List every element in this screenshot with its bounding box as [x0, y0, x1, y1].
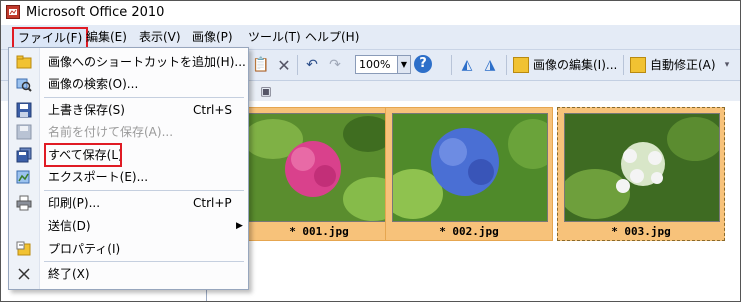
thumbnail-item-selected[interactable]: * 003.jpg: [557, 107, 725, 241]
picture-view-icon[interactable]: ▣: [257, 82, 275, 100]
menu-view[interactable]: 表示(V): [135, 28, 185, 46]
thumbnail-item[interactable]: * 001.jpg: [235, 107, 403, 241]
close-icon: [16, 266, 32, 282]
menu-item-exit[interactable]: 終了(X): [9, 263, 248, 285]
menu-item-label: 画像へのショートカットを追加(H)...: [48, 55, 246, 69]
save-all-icon: [16, 147, 32, 163]
export-icon: [16, 169, 32, 185]
toolbar-separator: [297, 55, 298, 75]
menu-item-add-shortcut[interactable]: 画像へのショートカットを追加(H)...: [9, 51, 248, 73]
menu-file[interactable]: ファイル(F): [12, 27, 89, 49]
search-pictures-icon: [16, 76, 32, 92]
zoom-value: 100%: [359, 58, 391, 71]
zoom-select[interactable]: 100% ▼: [355, 55, 411, 74]
toolbar-separator: [506, 55, 507, 75]
thumbnail-filename: * 003.jpg: [611, 225, 671, 238]
menu-item-label: 終了(X): [48, 267, 90, 281]
redo-icon[interactable]: ↷: [326, 56, 344, 74]
save-icon: [16, 102, 32, 118]
title-bar: Microsoft Office 2010: [1, 1, 740, 25]
edit-picture-label: 画像の編集(I)...: [533, 58, 618, 72]
menu-item-label: プロパティ(I): [48, 242, 121, 256]
rotate-left-icon[interactable]: ◭: [458, 56, 476, 74]
menu-item-label: 画像の検索(O)...: [48, 77, 139, 91]
menu-item-label: 送信(D): [48, 219, 91, 233]
submenu-arrow-icon: ▶: [236, 221, 243, 231]
menu-picture[interactable]: 画像(P): [188, 28, 237, 46]
menu-item-label: 印刷(P)...: [48, 196, 101, 210]
menu-tools[interactable]: ツール(T): [244, 28, 305, 46]
menu-item-save[interactable]: 上書き保存(S) Ctrl+S: [9, 99, 248, 121]
toolbar-options-icon[interactable]: ▾: [718, 56, 736, 74]
auto-correct-icon: [630, 57, 646, 73]
menu-item-locate-pictures[interactable]: 画像の検索(O)...: [9, 73, 248, 95]
thumbnail-image: [392, 113, 548, 222]
thumbnail-image: [564, 113, 720, 222]
thumbnail-filename: * 002.jpg: [439, 225, 499, 238]
menu-item-shortcut: Ctrl+P: [193, 196, 232, 210]
menu-edit[interactable]: 編集(E): [82, 28, 131, 46]
window-title: Microsoft Office 2010: [26, 5, 165, 20]
toolbar-separator: [451, 55, 452, 75]
menu-item-properties[interactable]: プロパティ(I): [9, 238, 248, 260]
menu-item-export[interactable]: エクスポート(E)...: [9, 166, 248, 188]
menu-item-save-as[interactable]: 名前を付けて保存(A)...: [9, 121, 248, 143]
menu-separator: [44, 261, 244, 262]
menu-item-label: 上書き保存(S): [48, 103, 125, 117]
chevron-down-icon[interactable]: ▼: [397, 56, 410, 73]
thumbnail-image: [242, 113, 398, 222]
menu-item-shortcut: Ctrl+S: [193, 103, 233, 117]
print-icon: [16, 195, 32, 211]
rotate-right-icon[interactable]: ◮: [481, 56, 499, 74]
toolbar-separator: [623, 55, 624, 75]
auto-correct-button[interactable]: 自動修正(A): [630, 55, 716, 75]
save-as-icon: [16, 124, 32, 140]
thumbnail-filename: * 001.jpg: [289, 225, 349, 238]
add-shortcut-icon: [16, 54, 32, 70]
menu-item-label: エクスポート(E)...: [48, 170, 149, 184]
menu-item-print[interactable]: 印刷(P)... Ctrl+P: [9, 192, 248, 214]
app-window: Microsoft Office 2010 ファイル(F) 編集(E) 表示(V…: [0, 0, 741, 302]
menu-item-send-to[interactable]: 送信(D) ▶: [9, 215, 248, 237]
edit-picture-button[interactable]: 画像の編集(I)...: [513, 55, 617, 75]
menu-separator: [44, 190, 244, 191]
file-menu-dropdown: 画像へのショートカットを追加(H)... 画像の検索(O)... 上書き保存(S…: [8, 47, 249, 290]
auto-correct-label: 自動修正(A): [650, 58, 716, 72]
delete-icon[interactable]: ✕: [275, 56, 293, 75]
thumbnail-item[interactable]: * 002.jpg: [385, 107, 553, 241]
save-all-highlight: [44, 143, 122, 167]
properties-icon: [16, 241, 32, 257]
undo-icon[interactable]: ↶: [303, 56, 321, 74]
paste-icon[interactable]: 📋: [252, 56, 270, 74]
menu-separator: [44, 97, 244, 98]
menu-help[interactable]: ヘルプ(H): [301, 28, 363, 46]
menu-item-label: 名前を付けて保存(A)...: [48, 125, 174, 139]
help-icon[interactable]: ?: [414, 55, 432, 73]
edit-picture-icon: [513, 57, 529, 73]
app-logo-icon: [6, 5, 20, 19]
thumbnail-pane: * 001.jpg * 002.jpg * 003.jpg: [206, 101, 740, 301]
